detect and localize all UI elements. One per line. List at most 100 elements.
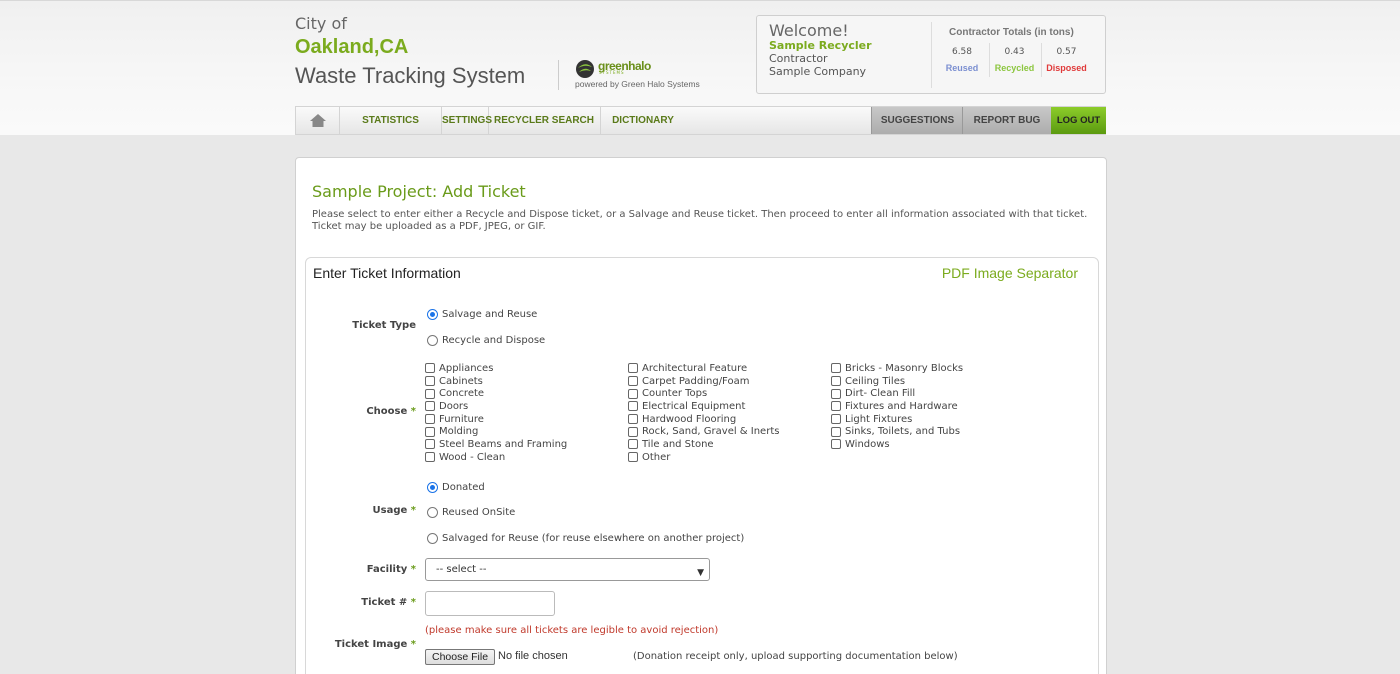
radio-unselected[interactable] xyxy=(427,335,438,346)
usage-salvaged-radio[interactable]: Salvaged for Reuse (for reuse elsewhere … xyxy=(427,533,744,544)
choose-checkbox-item[interactable]: Dirt- Clean Fill xyxy=(831,387,963,400)
choose-checkbox-item[interactable]: Cabinets xyxy=(425,375,567,388)
required-mark: * xyxy=(410,597,416,608)
total-reused-value: 6.58 xyxy=(951,47,973,57)
checkbox[interactable] xyxy=(425,452,435,463)
checkbox[interactable] xyxy=(628,388,638,399)
checkbox[interactable] xyxy=(628,401,638,412)
usage-reused-onsite-radio[interactable]: Reused OnSite xyxy=(427,507,515,518)
radio-label: Donated xyxy=(442,482,485,493)
choose-checkbox-item[interactable]: Architectural Feature xyxy=(628,362,779,375)
choose-label: Choose * xyxy=(296,406,416,417)
pdf-image-separator-link[interactable]: PDF Image Separator xyxy=(942,265,1078,281)
legibility-warning: (please make sure all tickets are legibl… xyxy=(425,625,719,636)
checkbox-label: Sinks, Toilets, and Tubs xyxy=(845,426,961,438)
choose-checkbox-item[interactable]: Appliances xyxy=(425,362,567,375)
required-mark: * xyxy=(410,564,416,575)
greenhalo-logo-icon xyxy=(576,60,594,78)
checkbox[interactable] xyxy=(425,439,435,450)
choose-checkbox-item[interactable]: Molding xyxy=(425,425,567,438)
total-disposed-value: 0.57 xyxy=(1056,47,1077,57)
checkbox[interactable] xyxy=(831,388,841,399)
checkbox-label: Fixtures and Hardware xyxy=(845,400,958,412)
choose-checkbox-item[interactable]: Bricks - Masonry Blocks xyxy=(831,362,963,375)
usage-label: Usage * xyxy=(296,505,416,516)
checkbox[interactable] xyxy=(831,401,841,412)
checkbox[interactable] xyxy=(628,414,638,425)
choose-checkbox-item[interactable]: Fixtures and Hardware xyxy=(831,400,963,413)
choose-checkbox-item[interactable]: Steel Beams and Framing xyxy=(425,438,567,451)
choose-checkbox-item[interactable]: Windows xyxy=(831,438,963,451)
required-mark: * xyxy=(410,406,416,417)
checkbox-label: Bricks - Masonry Blocks xyxy=(845,362,964,374)
choose-checkbox-item[interactable]: Other xyxy=(628,451,779,464)
nav-home-button[interactable] xyxy=(296,107,340,134)
checkbox[interactable] xyxy=(628,439,638,450)
checkbox[interactable] xyxy=(831,426,841,437)
checkbox[interactable] xyxy=(425,414,435,425)
choose-checkbox-item[interactable]: Rock, Sand, Gravel & Inerts xyxy=(628,425,779,438)
welcome-company: Sample Company xyxy=(769,65,867,78)
choose-checkbox-item[interactable]: Carpet Padding/Foam xyxy=(628,375,779,388)
powered-by: powered by Green Halo Systems xyxy=(575,79,700,89)
checkbox-label: Other xyxy=(642,451,671,463)
choose-label-text: Choose xyxy=(366,406,408,417)
choose-checkbox-item[interactable]: Counter Tops xyxy=(628,387,779,400)
choose-checkbox-item[interactable]: Electrical Equipment xyxy=(628,400,779,413)
checkbox[interactable] xyxy=(831,439,841,450)
radio-unselected[interactable] xyxy=(427,507,438,518)
ticket-type-salvage-radio[interactable]: Salvage and Reuse xyxy=(427,309,537,320)
checkbox[interactable] xyxy=(425,401,435,412)
choose-checkbox-item[interactable]: Sinks, Toilets, and Tubs xyxy=(831,425,963,438)
checkbox[interactable] xyxy=(425,388,435,399)
required-mark: * xyxy=(410,639,416,650)
radio-unselected[interactable] xyxy=(427,533,438,544)
brand-system-title: Waste Tracking System xyxy=(295,63,526,88)
choose-column-3: Bricks - Masonry Blocks Ceiling Tiles Dirt… xyxy=(831,362,963,451)
nav-recycler-search[interactable]: RECYCLER SEARCH xyxy=(488,107,601,134)
checkbox-label: Tile and Stone xyxy=(642,438,714,450)
checkbox[interactable] xyxy=(628,426,638,437)
total-recycled-value: 0.43 xyxy=(1004,47,1025,57)
choose-checkbox-item[interactable]: Ceiling Tiles xyxy=(831,375,963,388)
ticket-type-recycle-radio[interactable]: Recycle and Dispose xyxy=(427,335,545,346)
facility-select[interactable]: -- select -- ▼ xyxy=(425,558,710,581)
welcome-divider xyxy=(931,22,932,88)
logout-button[interactable]: LOG OUT xyxy=(1051,107,1106,134)
checkbox[interactable] xyxy=(425,376,435,387)
choose-checkbox-item[interactable]: Furniture xyxy=(425,413,567,426)
radio-label: Reused OnSite xyxy=(442,507,516,518)
checkbox[interactable] xyxy=(628,376,638,387)
choose-file-button[interactable]: Choose File xyxy=(425,649,496,665)
choose-checkbox-item[interactable]: Wood - Clean xyxy=(425,451,567,464)
checkbox[interactable] xyxy=(628,452,638,463)
choose-checkbox-item[interactable]: Doors xyxy=(425,400,567,413)
ticket-number-label-text: Ticket # xyxy=(361,597,408,608)
checkbox-label: Architectural Feature xyxy=(642,362,748,374)
radio-selected[interactable] xyxy=(427,309,438,320)
choose-checkbox-item[interactable]: Light Fixtures xyxy=(831,413,963,426)
nav-settings[interactable]: SETTINGS xyxy=(442,107,492,134)
total-reused-label: Reused xyxy=(945,63,979,73)
totals-title: Contractor Totals (in tons) xyxy=(949,27,1074,38)
nav-suggestions[interactable]: SUGGESTIONS xyxy=(871,107,963,134)
checkbox-label: Appliances xyxy=(439,362,494,374)
checkbox[interactable] xyxy=(831,376,841,387)
nav-statistics[interactable]: STATISTICS xyxy=(340,107,442,134)
choose-checkbox-item[interactable]: Concrete xyxy=(425,387,567,400)
checkbox[interactable] xyxy=(831,414,841,425)
checkbox[interactable] xyxy=(425,363,435,374)
facility-label-text: Facility xyxy=(366,564,408,575)
usage-donated-radio[interactable]: Donated xyxy=(427,482,485,493)
checkbox[interactable] xyxy=(628,363,638,374)
nav-report-bug[interactable]: REPORT BUG xyxy=(962,107,1051,134)
file-note: (Donation receipt only, upload supportin… xyxy=(633,651,958,662)
ticket-number-input[interactable] xyxy=(425,591,555,616)
choose-checkbox-item[interactable]: Tile and Stone xyxy=(628,438,779,451)
checkbox[interactable] xyxy=(425,426,435,437)
checkbox[interactable] xyxy=(831,363,841,374)
choose-checkbox-item[interactable]: Hardwood Flooring xyxy=(628,413,779,426)
total-recycled: 0.43 Recycled xyxy=(989,43,1039,77)
radio-selected[interactable] xyxy=(427,482,438,493)
nav-dictionary[interactable]: DICTIONARY xyxy=(601,107,685,134)
